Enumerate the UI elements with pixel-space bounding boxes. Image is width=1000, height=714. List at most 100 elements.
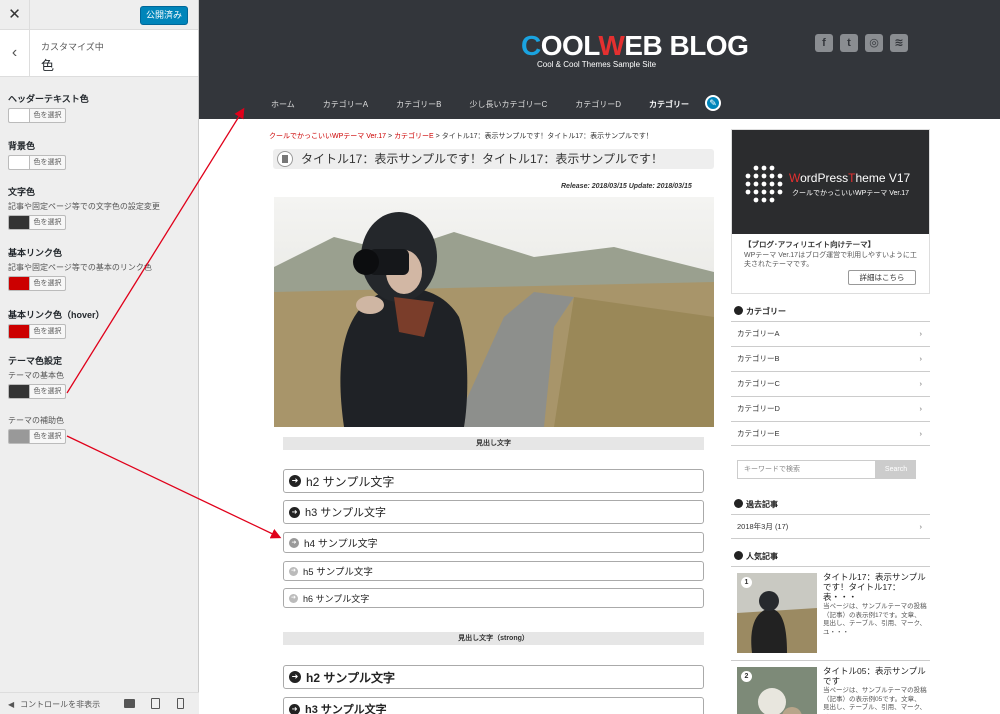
arrow-circle-icon: ➜	[289, 506, 300, 518]
arrow-circle-icon: ➜	[289, 537, 299, 548]
archive-label: 2018年3月 (17)	[737, 522, 789, 531]
banner-details-button[interactable]: 詳細はこちら	[848, 270, 916, 285]
select-color-label[interactable]: 色を選択	[29, 324, 66, 339]
post-title: タイトル17：表示サンプルです！タイトル17：表示サンプルです！	[273, 149, 714, 169]
banner-heading: 【ブログ･アフィリエイト向けテーマ】	[744, 240, 876, 249]
twitter-icon[interactable]: t	[840, 34, 858, 52]
widget-title-text: カテゴリー	[746, 307, 786, 316]
color-picker-button[interactable]: 色を選択	[8, 155, 66, 170]
nav-category-b[interactable]: カテゴリーB	[396, 99, 441, 110]
arrow-circle-icon: ➜	[289, 566, 298, 576]
edit-shortcut-icon[interactable]: ✎	[705, 95, 721, 111]
color-swatch[interactable]	[8, 108, 29, 123]
popular-excerpt: 当ページは、サンプルテーマの投稿（記事）の表示例17です。文章、見出し、テーブル…	[823, 603, 927, 636]
sample-h6: ➜ h6 サンプル文字	[283, 588, 704, 608]
select-color-label[interactable]: 色を選択	[29, 215, 66, 230]
color-picker-button[interactable]: 色を選択	[8, 429, 66, 444]
control-description: 記事や固定ページ等での文字色の設定変更	[8, 202, 160, 211]
banner-image: WordPressTheme V17 クールでかっこいいWPテーマ Ver.17	[732, 130, 929, 234]
control-title: 背景色	[8, 141, 36, 151]
hide-controls-label: コントロールを非表示	[20, 700, 101, 709]
popular-widget-title: 人気記事	[734, 551, 778, 562]
sample-h3: ➜ h3 サンプル文字	[283, 500, 704, 524]
brand-letter: W	[789, 171, 801, 185]
archive-link[interactable]: 2018年3月 (17) ›	[731, 514, 930, 539]
site-header: COOLWEB BLOG Cool & Cool Themes Sample S…	[199, 0, 1000, 119]
theme-banner[interactable]: WordPressTheme V17 クールでかっこいいWPテーマ Ver.17…	[731, 129, 930, 294]
collapse-icon: ◀	[8, 700, 15, 709]
sample-h2-strong: ➜ h2 サンプル文字	[283, 665, 704, 689]
breadcrumb-category[interactable]: カテゴリーE	[394, 133, 434, 140]
rss-icon[interactable]: ≋	[890, 34, 908, 52]
popular-title[interactable]: タイトル05：表示サンプルです	[823, 666, 927, 686]
arrow-circle-icon: ➜	[289, 593, 298, 603]
category-link-a[interactable]: カテゴリーA ›	[731, 321, 930, 346]
popular-excerpt: 当ページは、サンプルテーマの投稿（記事）の表示例05です。文章、見出し、テーブル…	[823, 687, 927, 714]
instagram-icon[interactable]: ◎	[865, 34, 883, 52]
mobile-preview-icon[interactable]	[177, 698, 184, 709]
select-color-label[interactable]: 色を選択	[29, 384, 66, 399]
category-label: カテゴリーB	[737, 354, 780, 363]
select-color-label[interactable]: 色を選択	[29, 276, 66, 291]
facebook-icon[interactable]: f	[815, 34, 833, 52]
color-swatch[interactable]	[8, 429, 29, 444]
arrow-circle-icon	[734, 551, 743, 560]
popular-item[interactable]: 2 タイトル05：表示サンプルです 当ページは、サンプルテーマの投稿（記事）の表…	[731, 660, 930, 714]
popular-thumbnail: 1	[737, 573, 817, 653]
search-button[interactable]: Search	[876, 460, 916, 479]
desktop-preview-icon[interactable]	[124, 699, 135, 708]
archive-widget-title: 過去記事	[734, 499, 778, 510]
nav-category-a[interactable]: カテゴリーA	[323, 99, 368, 110]
nav-home[interactable]: ホーム	[271, 99, 295, 110]
color-swatch[interactable]	[8, 276, 29, 291]
publish-button[interactable]: 公開済み	[140, 6, 188, 25]
nav-category-d[interactable]: カテゴリーD	[575, 99, 621, 110]
heading-text: h3 サンプル文字	[305, 704, 387, 714]
category-link-e[interactable]: カテゴリーE ›	[731, 421, 930, 446]
control-title: テーマ色設定	[8, 356, 63, 366]
color-picker-button[interactable]: 色を選択	[8, 384, 66, 399]
logo-letter-c: C	[521, 30, 541, 61]
color-picker-button[interactable]: 色を選択	[8, 324, 105, 339]
site-logo[interactable]: COOLWEB BLOG	[521, 30, 749, 62]
select-color-label[interactable]: 色を選択	[29, 108, 66, 123]
color-picker-button[interactable]: 色を選択	[8, 276, 152, 291]
post-eyecatch-image	[274, 197, 714, 427]
back-icon[interactable]: ‹	[0, 30, 30, 76]
headings-strong-section-label: 見出し文字（strong）	[283, 632, 704, 645]
hide-controls-button[interactable]: ◀ コントロールを非表示	[8, 699, 100, 710]
category-link-b[interactable]: カテゴリーB ›	[731, 346, 930, 371]
color-swatch[interactable]	[8, 155, 29, 170]
search-input[interactable]: キーワードで検索	[737, 460, 876, 479]
logo-letter-w: W	[598, 30, 625, 61]
popular-title[interactable]: タイトル17：表示サンプルです！タイトル17：表・・・	[823, 572, 927, 602]
arrow-circle-icon: ➜	[289, 671, 301, 683]
tablet-preview-icon[interactable]	[151, 698, 160, 709]
brand-part: heme V17	[855, 171, 911, 185]
close-icon[interactable]: ✕	[0, 0, 30, 30]
sample-h4: ➜ h4 サンプル文字	[283, 532, 704, 553]
control-link-hover-color: 基本リンク色（hover） 色を選択	[8, 308, 105, 339]
popular-item[interactable]: 1 タイトル17：表示サンプルです！タイトル17：表・・・ 当ページは、サンプル…	[731, 566, 930, 656]
breadcrumb-home[interactable]: クールでかっこいいWPテーマ Ver.17	[269, 133, 386, 140]
color-swatch[interactable]	[8, 215, 29, 230]
nav-category-e[interactable]: カテゴリー	[649, 99, 689, 110]
customizer-panel: ✕ 公開済み ‹ カスタマイズ中 色 ヘッダーテキスト色 色を選択 背景色 色を…	[0, 0, 199, 714]
control-background-color: 背景色 色を選択	[8, 139, 66, 170]
color-picker-button[interactable]: 色を選択	[8, 215, 160, 230]
control-description: テーマの補助色	[8, 416, 64, 425]
brand-part: ordPress	[800, 171, 849, 185]
category-link-c[interactable]: カテゴリーC ›	[731, 371, 930, 396]
color-picker-button[interactable]: 色を選択	[8, 108, 89, 123]
nav-category-c[interactable]: 少し長いカテゴリーC	[469, 99, 547, 110]
headings-section-label: 見出し文字	[283, 437, 704, 450]
category-link-d[interactable]: カテゴリーD ›	[731, 396, 930, 421]
banner-brand: WordPressTheme V17	[789, 171, 910, 185]
logo-part: EB BLOG	[624, 30, 749, 61]
color-swatch[interactable]	[8, 324, 29, 339]
select-color-label[interactable]: 色を選択	[29, 429, 66, 444]
rank-badge: 2	[741, 671, 752, 682]
color-swatch[interactable]	[8, 384, 29, 399]
select-color-label[interactable]: 色を選択	[29, 155, 66, 170]
chevron-right-icon: ›	[919, 354, 923, 363]
